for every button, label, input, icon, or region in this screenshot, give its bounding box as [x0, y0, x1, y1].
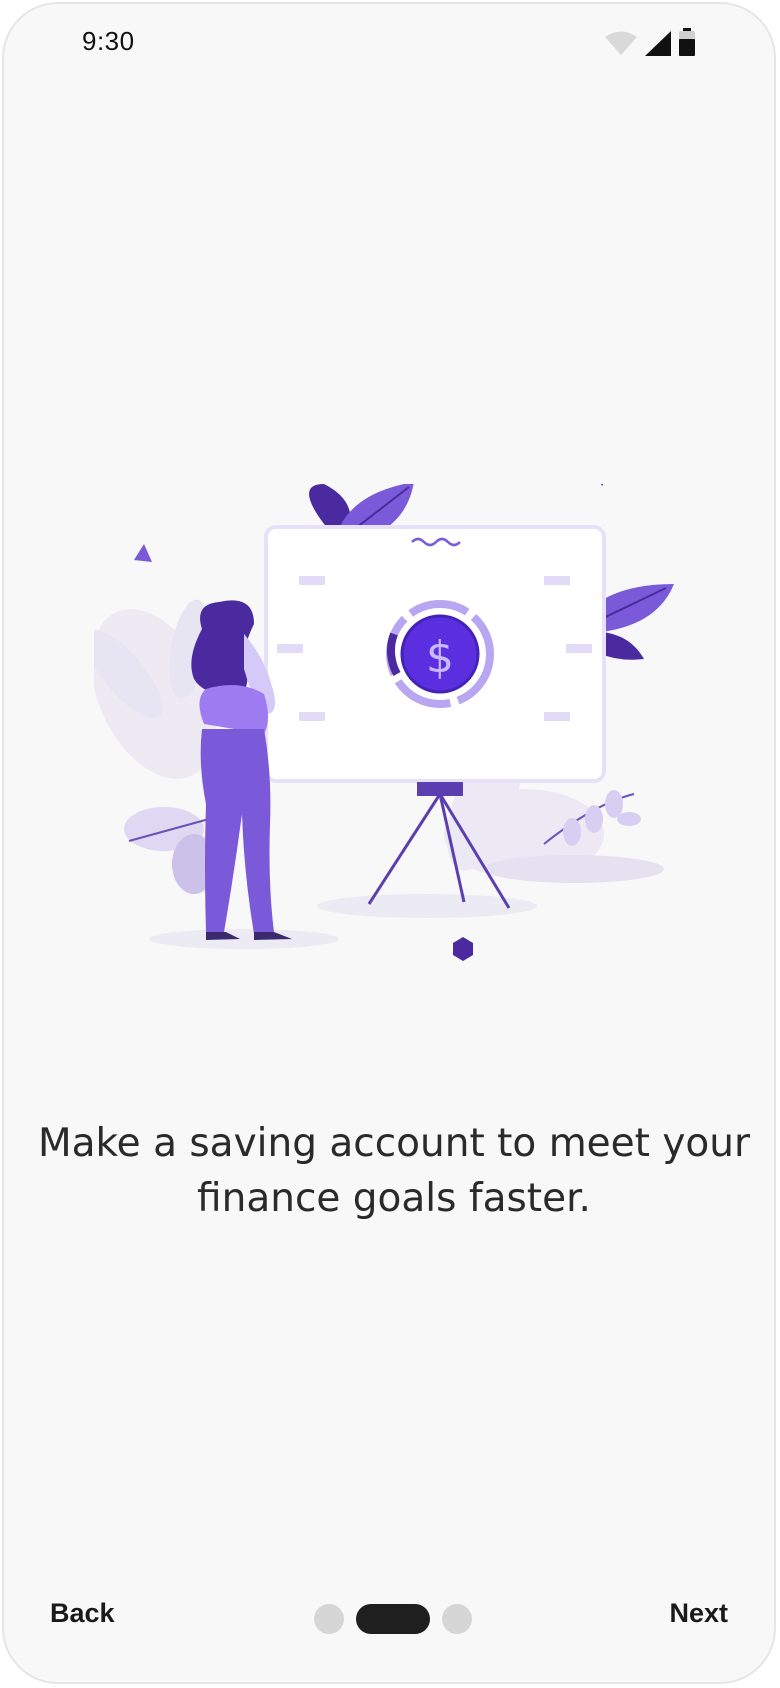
savings-illustration: $ [94, 484, 674, 961]
battery-icon [679, 28, 695, 56]
status-icons [604, 28, 696, 56]
wifi-icon [605, 31, 637, 55]
back-button[interactable]: Back [44, 1590, 121, 1637]
dollar-icon: $ [426, 632, 454, 683]
page-dot-2-active[interactable] [356, 1604, 430, 1634]
next-button[interactable]: Next [663, 1590, 734, 1637]
page-indicator [314, 1604, 472, 1634]
triangle-shape [134, 544, 152, 562]
onboarding-headline: Make a saving account to meet your finan… [37, 1121, 751, 1221]
phone-screen: 9:30 $ Make a saving account to meet you… [2, 2, 776, 1684]
page-dot-1[interactable] [314, 1604, 344, 1634]
cellular-signal-icon [645, 31, 671, 56]
page-dot-3[interactable] [442, 1604, 472, 1634]
bottom-navigation: Back Next [4, 1552, 774, 1682]
hexagon-shape [453, 937, 473, 961]
status-bar: 9:30 [4, 4, 774, 84]
triangle-shape [601, 484, 604, 486]
status-time: 9:30 [82, 26, 135, 56]
